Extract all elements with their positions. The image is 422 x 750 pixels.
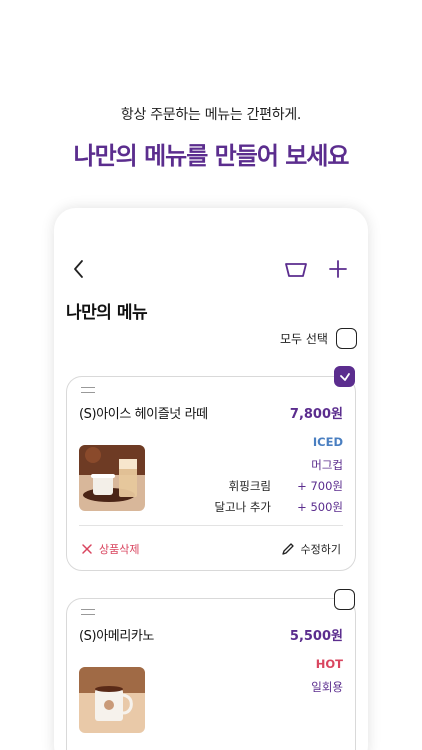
divider <box>79 525 343 526</box>
item-name: (S)아이스 헤이즐넛 라떼 <box>79 407 208 422</box>
unchecked-checkbox[interactable] <box>334 589 355 610</box>
option-label: 휘핑크림 <box>228 479 271 493</box>
close-icon <box>82 544 92 554</box>
add-menu-button[interactable] <box>328 258 348 280</box>
delete-item-button[interactable]: 상품삭제 <box>81 541 139 557</box>
basket-button[interactable] <box>284 259 308 279</box>
delete-label: 상품삭제 <box>99 543 140 556</box>
item-checkbox[interactable] <box>334 589 355 610</box>
select-all-label: 모두 선택 <box>280 331 328 346</box>
menu-item-card: (S)아이스 헤이즐넛 라떼 7,800원 ICED 머그컵 휘핑크림 + 70… <box>66 376 356 571</box>
cup-type: 일회용 <box>311 680 343 694</box>
cup-type: 머그컵 <box>311 458 343 472</box>
menu-item-card: (S)아메리카노 5,500원 HOT 일회용 <box>66 598 356 750</box>
item-price: 5,500원 <box>289 629 343 644</box>
chevron-left-icon <box>74 260 83 278</box>
drag-handle-icon[interactable] <box>81 387 95 393</box>
item-checkbox[interactable] <box>334 366 355 387</box>
product-image <box>79 667 145 733</box>
select-all[interactable]: 모두 선택 <box>280 327 357 349</box>
promo-title: 나만의 메뉴를 만들어 보세요 <box>73 142 349 170</box>
promo-subtitle: 항상 주문하는 메뉴는 간편하게. <box>120 107 302 123</box>
basket-icon <box>285 263 307 277</box>
back-button[interactable] <box>70 258 88 280</box>
edit-label: 수정하기 <box>300 543 341 556</box>
checkmark-icon <box>339 372 350 381</box>
plus-icon <box>329 260 347 278</box>
option-label: 달고나 추가 <box>214 500 271 514</box>
checked-checkbox[interactable] <box>334 366 355 387</box>
item-name: (S)아메리카노 <box>79 629 154 644</box>
option-price: + 700원 <box>297 479 343 493</box>
edit-item-button[interactable]: 수정하기 <box>281 541 341 557</box>
temperature-badge: HOT <box>315 657 343 671</box>
page-title: 나만의 메뉴 <box>66 303 148 323</box>
temperature-badge: ICED <box>312 435 343 449</box>
product-image <box>79 445 145 511</box>
option-price: + 500원 <box>297 500 343 514</box>
pencil-icon <box>281 543 294 555</box>
drag-handle-icon[interactable] <box>81 609 95 615</box>
select-all-checkbox[interactable] <box>335 327 357 349</box>
item-price: 7,800원 <box>289 407 343 422</box>
